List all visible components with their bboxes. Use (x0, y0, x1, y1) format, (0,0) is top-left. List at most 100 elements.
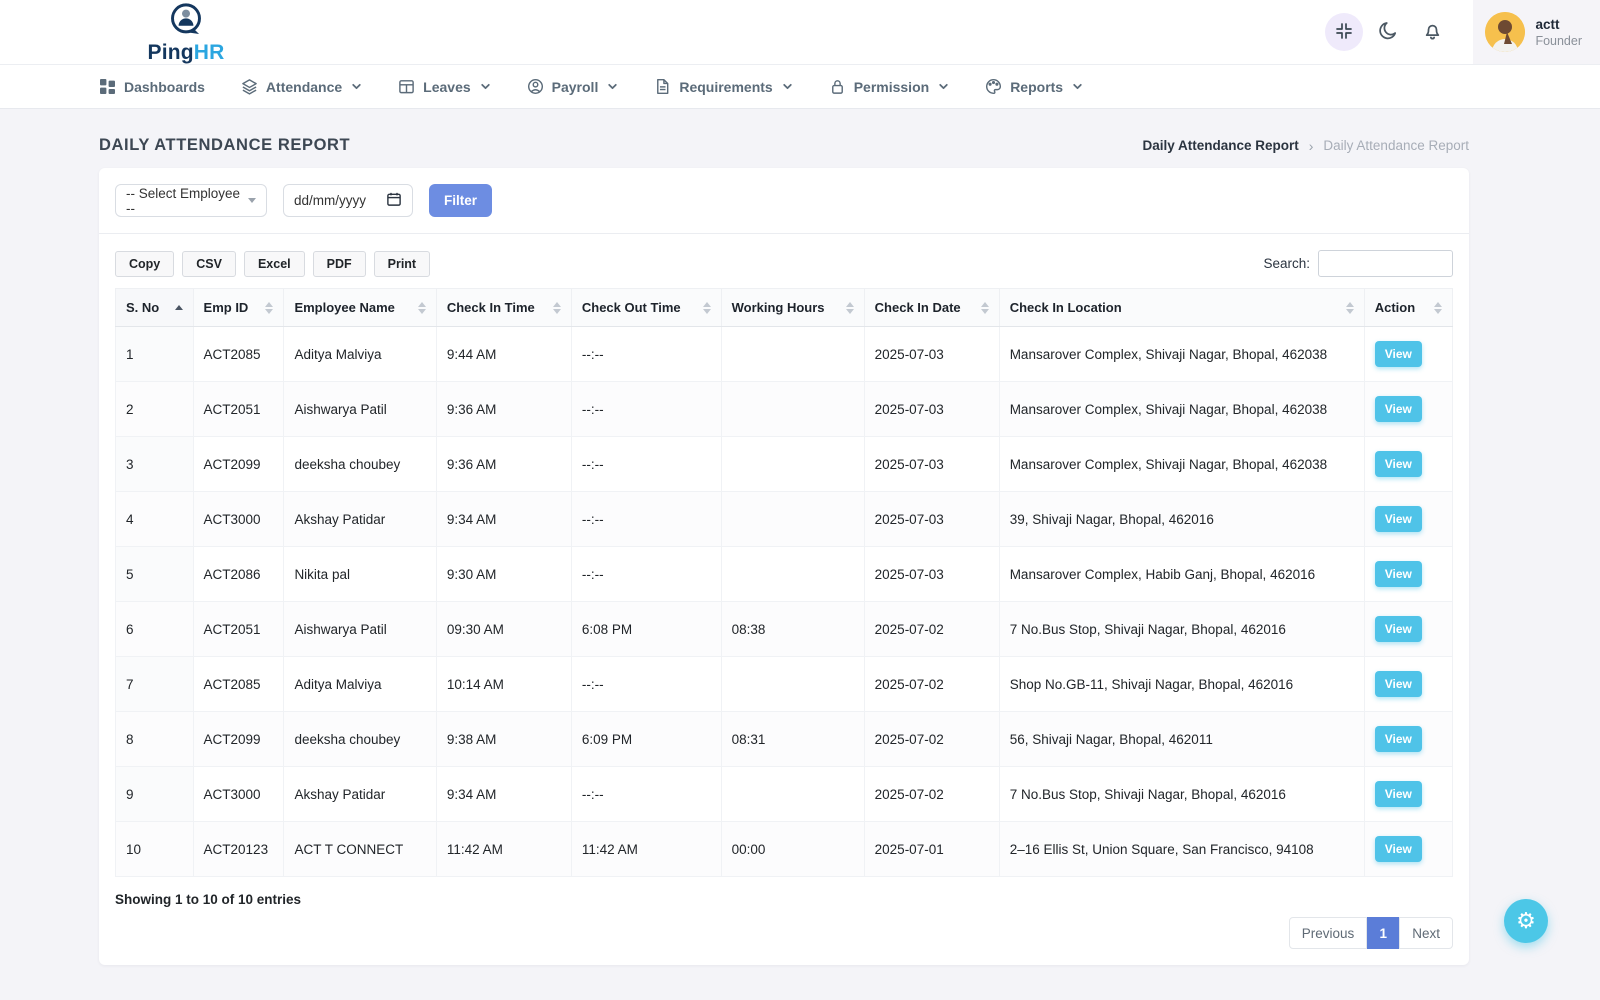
cell-emp-id: ACT2085 (193, 327, 284, 382)
chevron-down-icon (782, 81, 793, 92)
moon-icon (1378, 20, 1399, 44)
view-button[interactable]: View (1375, 836, 1422, 862)
filter-button[interactable]: Filter (429, 184, 492, 217)
search-input[interactable] (1318, 250, 1453, 277)
cell-check-in-time: 9:36 AM (436, 437, 571, 492)
table-row: 5 ACT2086 Nikita pal 9:30 AM --:-- 2025-… (116, 547, 1453, 602)
fullscreen-compress-button[interactable] (1325, 13, 1363, 51)
nav-item-reports[interactable]: Reports (985, 78, 1083, 95)
calendar-icon[interactable] (386, 191, 402, 210)
cell-sno: 3 (116, 437, 194, 492)
cell-emp-id: ACT3000 (193, 767, 284, 822)
view-button[interactable]: View (1375, 506, 1422, 532)
chevron-down-icon (351, 81, 362, 92)
chevron-down-icon (248, 198, 256, 203)
print-button[interactable]: Print (374, 251, 430, 277)
date-input[interactable]: dd/mm/yyyy (283, 184, 413, 217)
view-button[interactable]: View (1375, 671, 1422, 697)
pdf-button[interactable]: PDF (313, 251, 366, 277)
brand-name-ping: Ping (147, 41, 193, 64)
cell-action: View (1364, 547, 1452, 602)
report-card: -- Select Employee -- dd/mm/yyyy Filter … (99, 168, 1469, 965)
cell-check-in-time: 9:34 AM (436, 767, 571, 822)
column-header-employee-name[interactable]: Employee Name (284, 289, 436, 327)
column-header-check-in-date[interactable]: Check In Date (864, 289, 999, 327)
view-button[interactable]: View (1375, 341, 1422, 367)
table-row: 7 ACT2085 Aditya Malviya 10:14 AM --:-- … (116, 657, 1453, 712)
cell-check-in-location: Mansarover Complex, Shivaji Nagar, Bhopa… (999, 327, 1364, 382)
cell-employee-name: ACT T CONNECT (284, 822, 436, 877)
table-row: 10 ACT20123 ACT T CONNECT 11:42 AM 11:42… (116, 822, 1453, 877)
search-area: Search: (1263, 250, 1453, 277)
employee-select[interactable]: -- Select Employee -- (115, 184, 267, 217)
column-header-check-in-location[interactable]: Check In Location (999, 289, 1364, 327)
nav-item-attendance[interactable]: Attendance (241, 78, 362, 95)
export-buttons: Copy CSV Excel PDF Print (115, 251, 430, 277)
sort-icon (265, 302, 273, 314)
cell-emp-id: ACT2051 (193, 602, 284, 657)
chevron-down-icon (1072, 81, 1083, 92)
view-button[interactable]: View (1375, 781, 1422, 807)
copy-button[interactable]: Copy (115, 251, 174, 277)
cell-check-in-date: 2025-07-02 (864, 657, 999, 712)
column-header-check-in-time[interactable]: Check In Time (436, 289, 571, 327)
column-header-working-hours[interactable]: Working Hours (721, 289, 864, 327)
table-row: 1 ACT2085 Aditya Malviya 9:44 AM --:-- 2… (116, 327, 1453, 382)
settings-fab-button[interactable]: ⚙ (1504, 899, 1548, 943)
cell-check-out-time: 11:42 AM (571, 822, 721, 877)
cell-check-in-date: 2025-07-02 (864, 712, 999, 767)
cell-working-hours (721, 547, 864, 602)
sort-icon (703, 302, 711, 314)
view-button[interactable]: View (1375, 726, 1422, 752)
cell-action: View (1364, 767, 1452, 822)
column-header-action[interactable]: Action (1364, 289, 1452, 327)
cell-check-out-time: 6:08 PM (571, 602, 721, 657)
table-row: 3 ACT2099 deeksha choubey 9:36 AM --:-- … (116, 437, 1453, 492)
column-header-sno[interactable]: S. No (116, 289, 194, 327)
nav-item-permission[interactable]: Permission (829, 78, 949, 95)
cell-check-in-date: 2025-07-03 (864, 437, 999, 492)
view-button[interactable]: View (1375, 451, 1422, 477)
cell-working-hours (721, 492, 864, 547)
nav-label: Payroll (552, 79, 599, 95)
view-button[interactable]: View (1375, 561, 1422, 587)
table-row: 9 ACT3000 Akshay Patidar 9:34 AM --:-- 2… (116, 767, 1453, 822)
cell-check-in-date: 2025-07-02 (864, 767, 999, 822)
document-icon (654, 78, 671, 95)
cell-check-in-time: 11:42 AM (436, 822, 571, 877)
dark-mode-button[interactable] (1369, 13, 1407, 51)
cell-employee-name: Akshay Patidar (284, 767, 436, 822)
user-menu[interactable]: actt Founder (1473, 0, 1600, 64)
previous-page-button[interactable]: Previous (1289, 917, 1368, 949)
breadcrumb-item-current[interactable]: Daily Attendance Report (1142, 138, 1298, 153)
layers-icon (241, 78, 258, 95)
nav-label: Dashboards (124, 79, 205, 95)
nav-item-leaves[interactable]: Leaves (398, 78, 490, 95)
view-button[interactable]: View (1375, 396, 1422, 422)
cell-sno: 1 (116, 327, 194, 382)
chevron-down-icon (480, 81, 491, 92)
csv-button[interactable]: CSV (182, 251, 236, 277)
cell-emp-id: ACT2051 (193, 382, 284, 437)
next-page-button[interactable]: Next (1399, 917, 1453, 949)
sort-icon (1434, 302, 1442, 314)
date-input-placeholder: dd/mm/yyyy (294, 193, 366, 208)
page-title: DAILY ATTENDANCE REPORT (99, 136, 350, 155)
column-header-check-out-time[interactable]: Check Out Time (571, 289, 721, 327)
nav-item-requirements[interactable]: Requirements (654, 78, 792, 95)
nav-item-dashboards[interactable]: Dashboards (99, 78, 205, 95)
excel-button[interactable]: Excel (244, 251, 305, 277)
view-button[interactable]: View (1375, 616, 1422, 642)
column-header-emp-id[interactable]: Emp ID (193, 289, 284, 327)
cell-employee-name: Aishwarya Patil (284, 602, 436, 657)
page-1-button[interactable]: 1 (1367, 917, 1399, 949)
cell-check-in-location: 7 No.Bus Stop, Shivaji Nagar, Bhopal, 46… (999, 767, 1364, 822)
cell-check-out-time: --:-- (571, 327, 721, 382)
breadcrumb: Daily Attendance Report › Daily Attendan… (1142, 138, 1469, 154)
table-summary: Showing 1 to 10 of 10 entries (115, 892, 1453, 907)
nav-item-payroll[interactable]: Payroll (527, 78, 619, 95)
cell-check-in-date: 2025-07-01 (864, 822, 999, 877)
brand-logo[interactable]: PingHR (148, 1, 224, 63)
cell-sno: 6 (116, 602, 194, 657)
notifications-button[interactable] (1413, 13, 1451, 51)
